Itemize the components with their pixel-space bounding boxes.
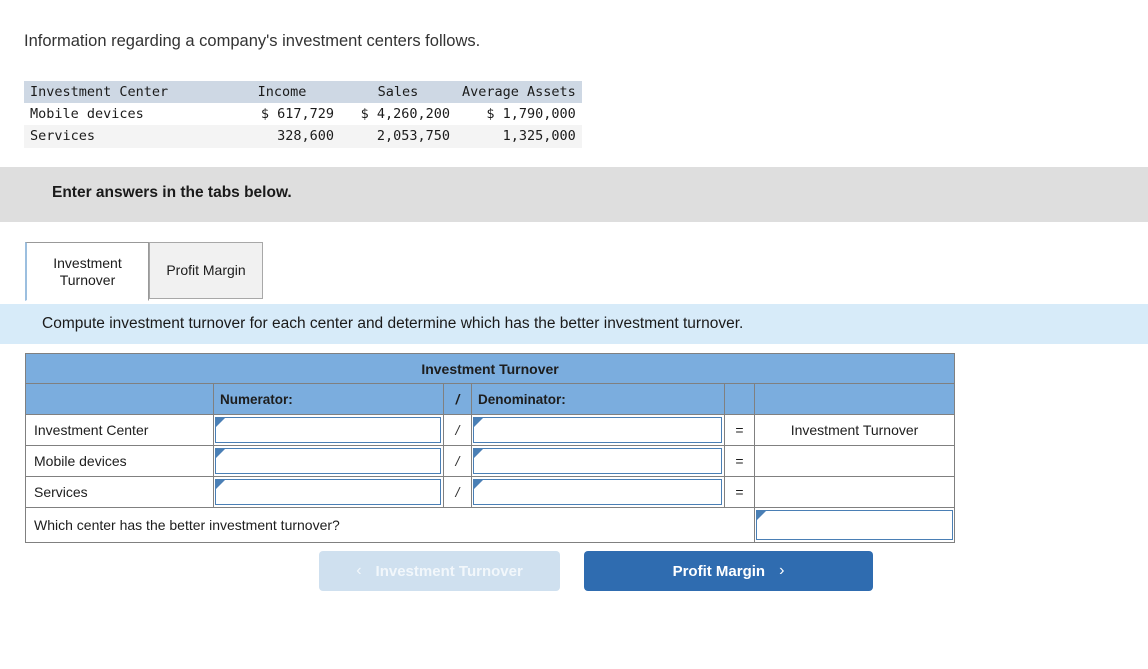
given-cell-sales: $ 4,260,200 (360, 106, 450, 123)
question-text: Which center has the better investment t… (25, 507, 755, 543)
question-answer-cell (753, 507, 956, 543)
denominator-input-1[interactable] (473, 448, 722, 474)
table-row: Services 328,600 2,053,750 1,325,000 (24, 125, 582, 148)
instruction-text: Compute investment turnover for each cen… (42, 315, 744, 332)
chevron-right-icon: › (779, 562, 785, 579)
answer-grid-header-slash: / (443, 383, 472, 415)
given-cell-average-assets: 1,325,000 (502, 128, 576, 145)
given-cell-center: Mobile devices (30, 106, 144, 123)
answer-row-label-1: Mobile devices (25, 445, 214, 477)
tab-strip: Investment Turnover Profit Margin (0, 242, 1148, 301)
answer-grid-header-equals (724, 383, 755, 415)
answer-grid-title-row: Investment Turnover (24, 353, 956, 384)
answer-grid-header-numerator: Numerator: (213, 383, 444, 415)
enter-answers-banner: Enter answers in the tabs below. (0, 167, 1148, 222)
result-cell-1 (753, 445, 956, 477)
numerator-cell-2 (213, 476, 444, 508)
given-cell-income: $ 617,729 (260, 106, 334, 123)
page-intro-text: Information regarding a company's invest… (24, 32, 481, 50)
denominator-cell-1 (471, 445, 725, 477)
given-cell-average-assets: $ 1,790,000 (486, 106, 576, 123)
denominator-input-2[interactable] (473, 479, 722, 505)
given-header-sales: Sales (377, 84, 419, 100)
given-cell-center: Services (30, 128, 96, 145)
answer-grid-title: Investment Turnover (24, 353, 956, 384)
result-cell-2 (753, 476, 956, 508)
given-cell-sales: 2,053,750 (376, 128, 450, 145)
next-button-label: Profit Margin (672, 562, 766, 580)
slash-label-1: / (443, 445, 472, 477)
answer-row-label-2: Services (25, 476, 214, 508)
tab-profit-margin[interactable]: Profit Margin (149, 242, 263, 299)
slash-label-0: / (443, 414, 472, 446)
given-cell-income: 328,600 (277, 128, 334, 145)
slash-label-2: / (443, 476, 472, 508)
numerator-cell-1 (213, 445, 444, 477)
table-row: Mobile devices $ 617,729 $ 4,260,200 $ 1… (24, 103, 582, 125)
given-header-income: Income (257, 84, 307, 100)
denominator-cell-0 (471, 414, 725, 446)
prev-investment-turnover-button[interactable]: ‹ Investment Turnover (319, 551, 560, 591)
numerator-input-0[interactable] (215, 417, 441, 443)
answer-row-label-0: Investment Center (25, 414, 214, 446)
equals-label-2: = (724, 476, 755, 508)
numerator-input-1[interactable] (215, 448, 441, 474)
tab-investment-turnover[interactable]: Investment Turnover (25, 242, 149, 301)
table-row: Services / = (25, 476, 956, 508)
next-profit-margin-button[interactable]: Profit Margin › (584, 551, 873, 591)
answer-grid-header-result (753, 383, 956, 415)
answer-grid-header-denominator: Denominator: (471, 383, 725, 415)
prev-button-label: Investment Turnover (375, 562, 523, 580)
numerator-input-2[interactable] (215, 479, 441, 505)
equals-label-0: = (724, 414, 755, 446)
given-table-header-row: Investment Center Income Sales Average A… (24, 81, 582, 104)
tab-investment-turnover-label: Investment Turnover (53, 254, 122, 288)
answer-grid-header-row: Numerator: / Denominator: (25, 383, 956, 415)
denominator-cell-2 (471, 476, 725, 508)
enter-answers-text: Enter answers in the tabs below. (52, 184, 292, 201)
given-header-average-assets: Average Assets (462, 84, 576, 100)
table-row: Investment Center / = Investment Turnove… (25, 414, 956, 446)
chevron-left-icon: ‹ (356, 562, 362, 579)
answer-grid-header-blank-left (25, 383, 214, 415)
numerator-cell-0 (213, 414, 444, 446)
answer-grid: Investment Turnover Numerator: / Denomin… (24, 353, 956, 543)
question-answer-input[interactable] (756, 510, 954, 540)
denominator-input-0[interactable] (473, 417, 722, 443)
result-cell-0: Investment Turnover (753, 414, 956, 446)
question-row: Which center has the better investment t… (25, 507, 956, 543)
given-header-center: Investment Center (30, 84, 169, 100)
table-row: Mobile devices / = (25, 445, 956, 477)
tab-profit-margin-label: Profit Margin (166, 262, 246, 279)
given-data-table: Investment Center Income Sales Average A… (24, 81, 582, 148)
equals-label-1: = (724, 445, 755, 477)
instruction-banner: Compute investment turnover for each cen… (0, 304, 1148, 344)
